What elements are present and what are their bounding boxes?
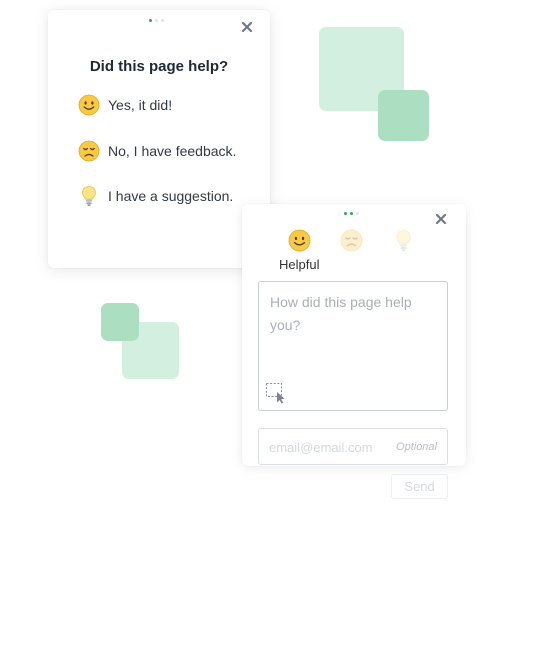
step-dot [356, 212, 359, 215]
option-label: No, I have feedback. [108, 143, 237, 159]
step-dot-active [350, 212, 353, 215]
reaction-selector [287, 228, 415, 252]
option-no[interactable]: No, I have feedback. [78, 140, 236, 162]
lightbulb-icon[interactable] [391, 228, 415, 252]
step-dot [161, 19, 164, 22]
smiley-face-icon[interactable] [287, 228, 311, 252]
step-dot-active [149, 19, 152, 22]
option-label: I have a suggestion. [108, 188, 234, 204]
email-placeholder: email@email.com [269, 440, 373, 455]
step-dot-active [344, 212, 347, 215]
smiley-face-icon [78, 94, 100, 116]
option-suggestion[interactable]: I have a suggestion. [78, 185, 233, 207]
decorative-square [101, 303, 139, 341]
close-icon[interactable] [241, 21, 253, 33]
feedback-textarea[interactable]: How did this page help you? [258, 281, 448, 411]
feedback-card-step-one: Did this page help? Yes, it did! No, I h… [48, 10, 270, 268]
textarea-placeholder: How did this page help you? [270, 294, 412, 333]
optional-label: Optional [396, 441, 437, 453]
lightbulb-icon [78, 185, 100, 207]
sad-face-icon [78, 140, 100, 162]
selected-reaction-label: Helpful [279, 257, 320, 272]
screenshot-select-icon[interactable] [265, 382, 287, 404]
send-button[interactable]: Send [391, 474, 448, 499]
feedback-card-step-two: Helpful How did this page help you? emai… [242, 204, 466, 499]
step-indicator [149, 19, 164, 22]
email-field[interactable]: email@email.com Optional [258, 428, 448, 465]
decorative-square [378, 90, 429, 141]
option-yes[interactable]: Yes, it did! [78, 94, 172, 116]
step-indicator [344, 212, 359, 215]
card-title: Did this page help? [89, 58, 229, 75]
sad-face-icon[interactable] [339, 228, 363, 252]
close-icon[interactable] [435, 213, 447, 225]
step-dot [155, 19, 158, 22]
option-label: Yes, it did! [108, 97, 173, 113]
